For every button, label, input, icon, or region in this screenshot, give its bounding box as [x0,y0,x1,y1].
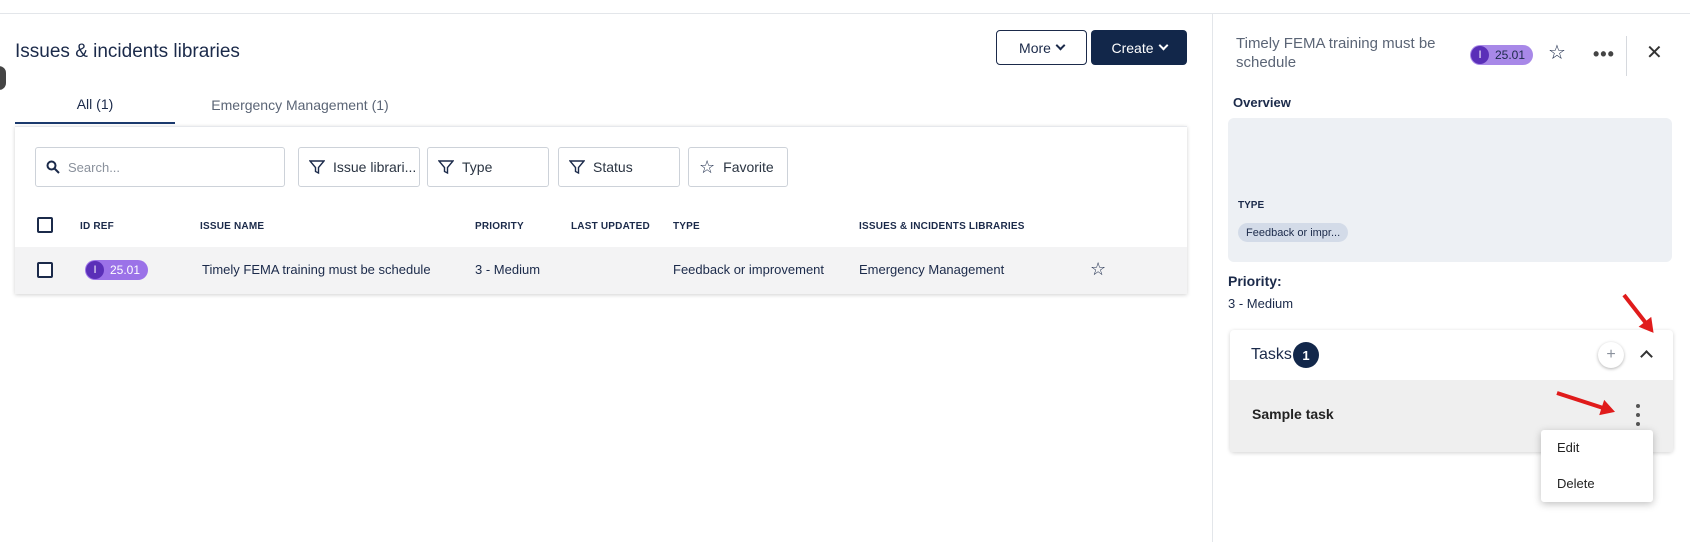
drawer-title: Timely FEMA training must be schedule [1236,35,1436,71]
favorite-star-icon[interactable]: ☆ [1548,43,1566,63]
menu-item-delete[interactable]: Delete [1557,476,1595,491]
filter-status[interactable]: Status [558,147,680,187]
search-icon [46,160,60,174]
issue-type-icon: I [1471,46,1489,64]
issue-name-link[interactable]: Timely FEMA training must be schedule [202,262,431,277]
chevron-down-icon [1158,40,1168,51]
row-checkbox[interactable] [37,262,53,278]
favorite-star-icon[interactable]: ☆ [1090,260,1106,278]
tab-bar: All (1) Emergency Management (1) [15,86,1187,124]
type-chip: Feedback or impr... [1238,223,1349,242]
chevron-down-icon [1055,40,1066,51]
column-header-id-ref[interactable]: ID REF [80,221,114,232]
issue-type-icon: I [86,261,104,279]
column-header-last-updated[interactable]: LAST UPDATED [571,221,650,232]
filter-icon [438,160,454,175]
filter-label: Type [462,159,493,175]
priority-label: Priority: [1228,273,1282,289]
more-button[interactable]: More [996,30,1087,65]
filter-favorite[interactable]: ☆ Favorite [688,147,788,187]
filter-issue-library[interactable]: Issue librari... [298,147,420,187]
drawer-id-badge: I 25.01 [1470,45,1534,65]
chevron-up-icon[interactable] [1640,350,1653,363]
more-button-label: More [1019,39,1051,56]
drawer-id-value: 25.01 [1495,48,1526,62]
column-header-priority[interactable]: PRIORITY [475,221,524,232]
issues-panel: Issue librari... Type Status ☆ Favorite … [15,126,1187,294]
create-button-label: Create [1111,39,1154,56]
id-ref-value: 25.01 [110,263,141,277]
menu-item-edit[interactable]: Edit [1557,440,1579,455]
tab-emergency-management[interactable]: Emergency Management (1) [175,86,425,124]
select-all-checkbox[interactable] [37,217,53,233]
type-label: TYPE [1238,200,1265,211]
id-ref-badge: I 25.01 [85,260,149,280]
tab-all[interactable]: All (1) [15,86,175,124]
filter-icon [569,160,585,175]
filter-type[interactable]: Type [427,147,549,187]
create-button[interactable]: Create [1091,30,1187,65]
library-cell: Emergency Management [859,262,1005,277]
priority-cell: 3 - Medium [475,262,541,277]
task-name: Sample task [1252,406,1334,422]
page-title: Issues & incidents libraries [15,41,240,62]
star-icon: ☆ [699,157,716,177]
tasks-count-badge: 1 [1293,342,1319,368]
column-header-issue-name[interactable]: ISSUE NAME [200,221,264,232]
tasks-title: Tasks [1251,346,1292,363]
overview-box: TYPE Feedback or impr... [1228,118,1672,262]
table-row[interactable]: I 25.01 Timely FEMA training must be sch… [15,247,1187,294]
type-cell: Feedback or improvement [673,262,825,277]
filter-label: Status [593,159,633,175]
filter-label: Favorite [723,159,774,175]
kebab-icon[interactable] [1632,404,1644,426]
column-header-type[interactable]: TYPE [673,221,700,232]
close-icon[interactable]: ✕ [1646,40,1663,65]
plus-icon: + [1606,346,1616,363]
tasks-header: Tasks 1 + [1230,330,1673,380]
task-context-menu: Edit Delete [1541,430,1653,502]
main-content: Issues & incidents libraries More Create… [0,14,1212,542]
column-header-library[interactable]: ISSUES & INCIDENTS LIBRARIES [859,221,1025,232]
add-task-button[interactable]: + [1598,342,1624,368]
more-horizontal-icon[interactable]: ••• [1593,44,1615,65]
search-input[interactable] [68,159,268,175]
search-box[interactable] [35,147,285,187]
header-divider [1626,36,1627,76]
priority-value: 3 - Medium [1228,296,1294,311]
table-header: ID REF ISSUE NAME PRIORITY LAST UPDATED … [15,207,1187,247]
overview-label: Overview [1233,95,1291,110]
filter-icon [309,160,325,175]
filter-label: Issue librari... [333,159,417,175]
